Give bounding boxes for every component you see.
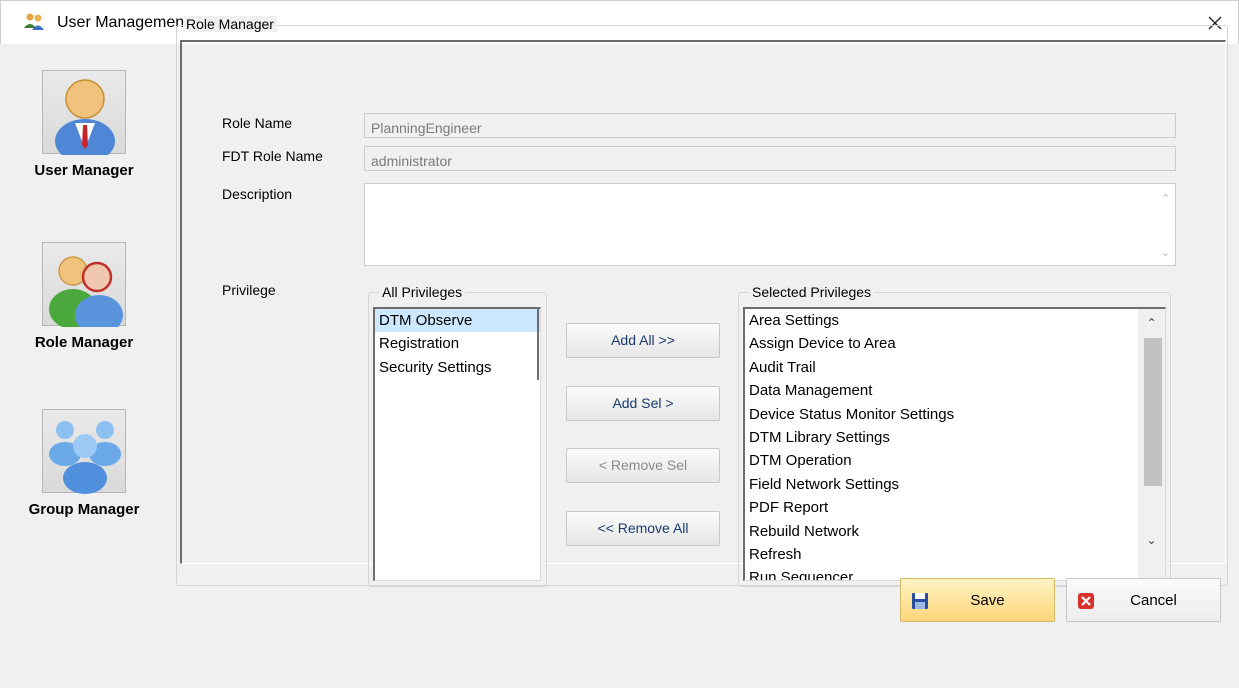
list-item[interactable]: Security Settings [375, 356, 540, 379]
all-privileges-title: All Privileges [379, 284, 466, 300]
description-field[interactable]: ⌃ ⌄ [364, 183, 1176, 266]
list-item[interactable]: DTM Operation [745, 449, 1165, 472]
list-item[interactable]: Refresh [745, 543, 1165, 566]
save-button[interactable]: Save [900, 578, 1055, 622]
list-item[interactable]: Data Management [745, 379, 1165, 402]
users-icon [23, 12, 45, 32]
user-manager-icon [42, 70, 126, 163]
list-item[interactable]: Field Network Settings [745, 473, 1165, 496]
role-name-field[interactable] [364, 113, 1176, 138]
group-manager-icon [42, 409, 126, 494]
fdt-role-name-field[interactable] [364, 146, 1176, 171]
sidebar-item-label: User Manager [34, 162, 134, 179]
cancel-button[interactable]: Cancel [1066, 578, 1221, 622]
scroll-down-icon: ⌄ [1161, 247, 1171, 259]
selected-privileges-list[interactable]: Area Settings Assign Device to Area Audi… [743, 307, 1166, 581]
scroll-up-icon: ⌃ [1161, 193, 1171, 205]
remove-sel-button[interactable]: < Remove Sel [566, 448, 720, 483]
fdt-role-name-label: FDT Role Name [222, 148, 323, 164]
list-item[interactable]: Registration [375, 332, 540, 355]
list-item[interactable]: Device Status Monitor Settings [745, 403, 1165, 426]
cancel-button-label: Cancel [1130, 592, 1177, 609]
remove-all-button[interactable]: << Remove All [566, 511, 720, 546]
sidebar-item-label: Group Manager [28, 501, 140, 518]
add-sel-button[interactable]: Add Sel > [566, 386, 720, 421]
window-title: User Management [57, 14, 189, 31]
list-item[interactable]: Rebuild Network [745, 520, 1165, 543]
scrollbar-thumb[interactable] [1144, 338, 1162, 486]
sidebar-item-label: Role Manager [34, 334, 134, 351]
scroll-down-icon[interactable]: ⌄ [1138, 529, 1165, 551]
role-manager-group-title: Role Manager [183, 16, 277, 32]
list-item[interactable]: Audit Trail [745, 356, 1165, 379]
description-scrollbar[interactable]: ⌃ ⌄ [1157, 184, 1175, 265]
list-item[interactable]: Assign Device to Area [745, 332, 1165, 355]
list-item[interactable]: DTM Observe [375, 309, 540, 333]
privilege-label: Privilege [222, 282, 276, 298]
list-item[interactable]: Area Settings [745, 309, 1165, 332]
save-button-label: Save [970, 592, 1005, 609]
selected-privileges-title: Selected Privileges [749, 284, 875, 300]
scroll-up-icon[interactable]: ⌃ [1138, 312, 1165, 334]
selected-privileges-scrollbar[interactable]: ⌃ ⌄ [1138, 309, 1165, 580]
list-item[interactable]: DTM Library Settings [745, 426, 1165, 449]
list-divider [537, 309, 539, 380]
add-all-button[interactable]: Add All >> [566, 323, 720, 358]
role-manager-icon [42, 242, 126, 335]
all-privileges-list[interactable]: DTM Observe Registration Security Settin… [373, 307, 541, 581]
role-name-label: Role Name [222, 115, 293, 131]
list-item[interactable]: PDF Report [745, 496, 1165, 519]
description-label: Description [222, 186, 293, 202]
selected-privileges-items: Area Settings Assign Device to Area Audi… [745, 309, 1165, 580]
